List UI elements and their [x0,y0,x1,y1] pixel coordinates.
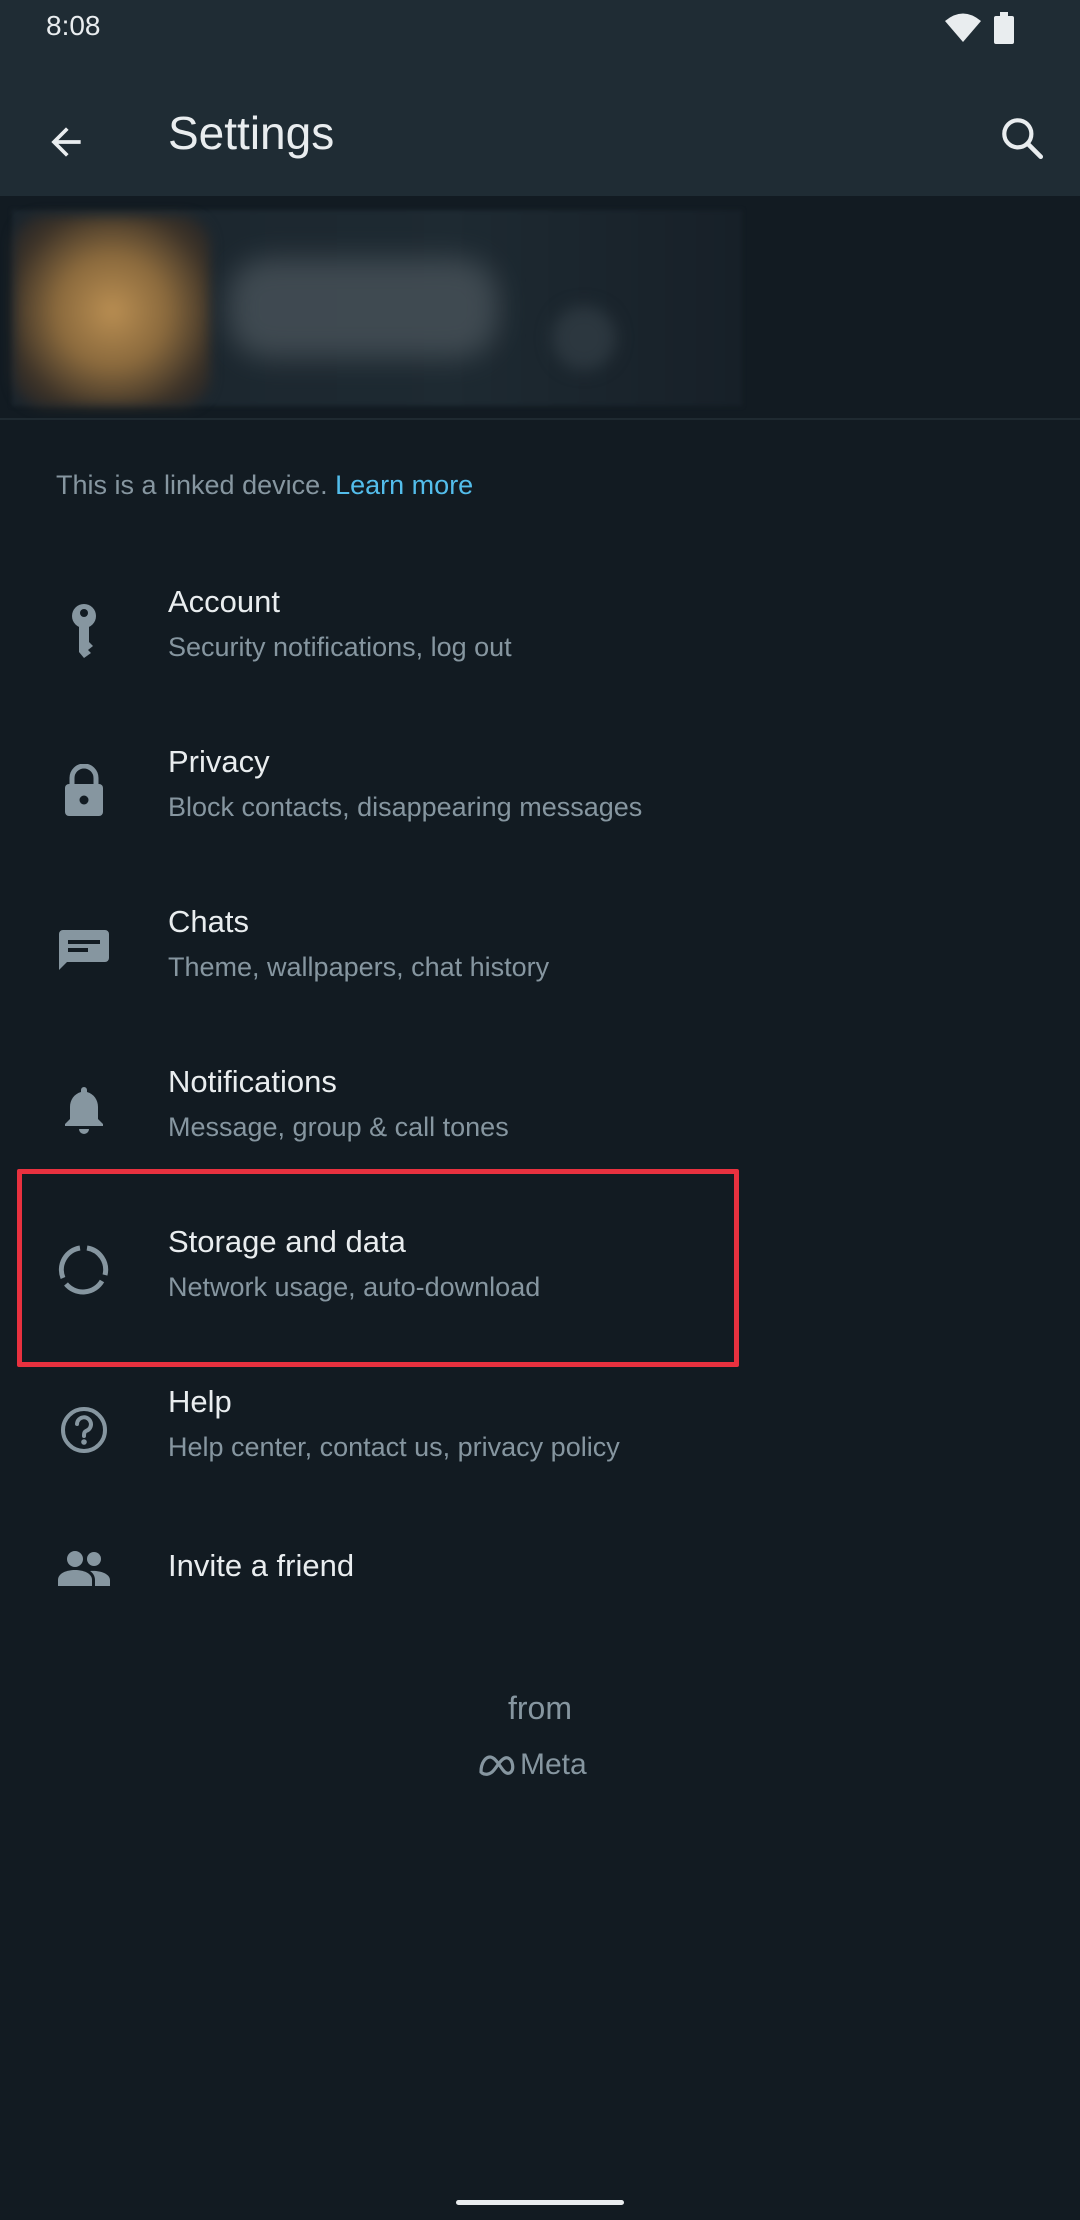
back-arrow-icon [51,127,81,157]
bell-icon [54,1080,114,1140]
settings-item-chats[interactable]: Chats Theme, wallpapers, chat history [0,880,740,1040]
linked-device-note: This is a linked device. Learn more [56,470,473,501]
linked-device-text: This is a linked device. [56,470,336,500]
status-time: 8:08 [46,10,101,41]
settings-screen: 8:08 Settings This is a linked device. L… [0,0,1080,2220]
settings-item-subtitle: Security notifications, log out [168,632,512,662]
search-icon [1002,118,1044,160]
settings-item-subtitle: Message, group & call tones [168,1112,509,1142]
key-icon [54,600,114,660]
profile-name-redacted [228,258,498,358]
status-bar: 8:08 [0,0,1080,56]
profile-qr-icon[interactable] [552,306,616,370]
page-title: Settings [168,107,335,159]
avatar[interactable] [14,216,210,406]
settings-item-subtitle: Block contacts, disappearing messages [168,792,643,822]
wifi-icon [945,13,981,42]
search-button[interactable] [982,98,1062,178]
settings-item-subtitle: Help center, contact us, privacy policy [168,1432,620,1462]
people-icon [54,1538,114,1598]
settings-item-title: Account [168,584,281,619]
settings-item-account[interactable]: Account Security notifications, log out [0,560,740,720]
navigation-bar [0,2180,1080,2220]
settings-item-privacy[interactable]: Privacy Block contacts, disappearing mes… [0,720,740,880]
divider [0,418,1080,420]
chat-icon [54,920,114,980]
back-button[interactable] [26,102,106,182]
settings-item-title: Help [168,1384,232,1419]
highlight-box [17,1169,739,1367]
help-icon [54,1400,114,1460]
learn-more-link[interactable]: Learn more [335,470,473,500]
app-bar: Settings [0,56,1080,196]
meta-infinity-icon [479,1755,515,1776]
meta-brand-text: Meta [520,1748,587,1781]
battery-icon [994,12,1014,44]
lock-icon [54,760,114,820]
profile-card[interactable] [0,196,1080,420]
settings-item-title: Chats [168,904,249,939]
meta-logo: Meta [478,1745,587,1785]
settings-item-title: Privacy [168,744,270,779]
settings-item-subtitle: Theme, wallpapers, chat history [168,952,550,982]
settings-item-title: Notifications [168,1064,337,1099]
footer-from: from [508,1690,572,1726]
settings-item-invite-a-friend[interactable]: Invite a friend [0,1520,740,1620]
settings-item-title: Invite a friend [168,1548,355,1583]
home-gesture-handle[interactable] [456,2200,624,2205]
settings-item-help[interactable]: Help Help center, contact us, privacy po… [0,1360,740,1520]
